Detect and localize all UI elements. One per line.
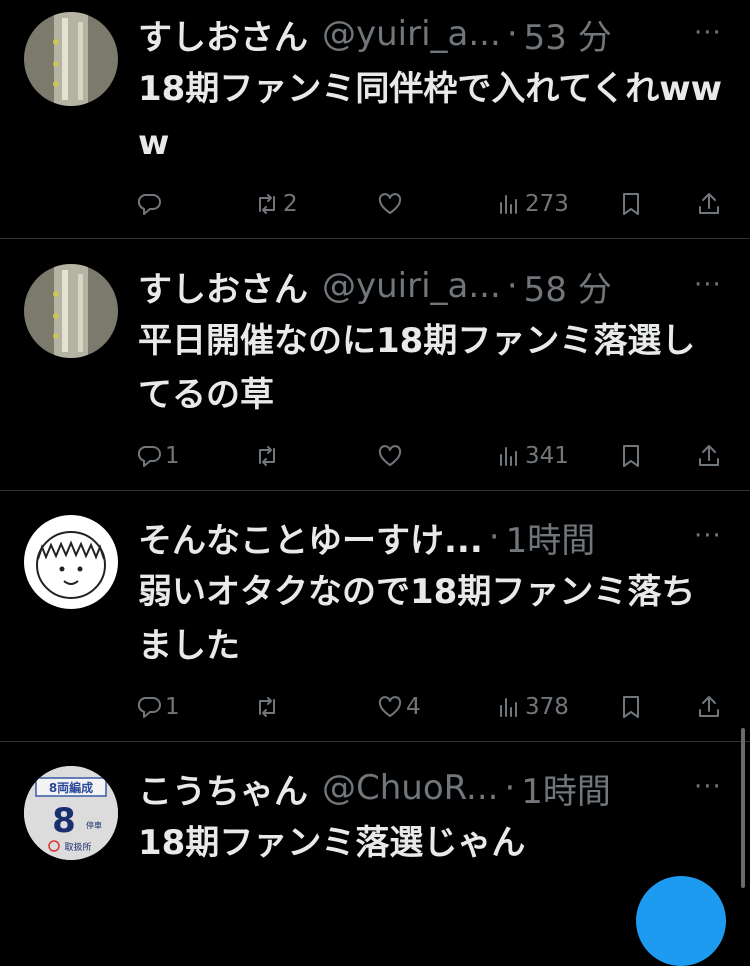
views-icon [500, 447, 517, 466]
like-icon [378, 696, 402, 717]
views-button[interactable]: 378 [496, 687, 569, 727]
more-icon[interactable]: ··· [694, 18, 722, 48]
retweet-icon [259, 697, 275, 717]
reply-icon [137, 194, 161, 215]
tweet-3[interactable]: そんなことゆーすけ... · 1時間 ··· 弱いオタクなので18期ファンミ落ち… [0, 503, 750, 742]
tweet-text: 平日開催なのに18期ファンミ落選してるの草 [138, 321, 696, 415]
more-icon[interactable]: ··· [694, 521, 722, 551]
reply-button[interactable]: 1 [136, 687, 180, 727]
retweet-button[interactable] [254, 436, 283, 476]
author-handle[interactable]: @ChuoR... [322, 768, 498, 808]
avatar-label-small: 停車 [86, 820, 102, 830]
avatar[interactable] [24, 12, 118, 106]
share-icon [699, 696, 719, 717]
like-count: 4 [406, 694, 421, 720]
timestamp[interactable]: 1時間 [521, 764, 611, 813]
retweet-icon [259, 194, 275, 214]
compose-button[interactable] [636, 876, 726, 966]
bookmark-button[interactable] [618, 436, 644, 476]
tweet-text: 18期ファンミ落選じゃん [138, 823, 526, 863]
separator-dot: · [506, 14, 518, 54]
avatar-photo-icon [24, 12, 118, 106]
avatar-face-icon [24, 515, 118, 609]
like-button[interactable] [377, 184, 406, 224]
share-button[interactable] [696, 436, 722, 476]
action-bar: 1 4 378 [0, 687, 750, 727]
views-icon [500, 195, 517, 214]
tweet-text: 18期ファンミ同伴枠で入れてくれwww [138, 69, 723, 163]
share-button[interactable] [696, 184, 722, 224]
reply-icon [137, 697, 161, 718]
separator-dot: · [488, 517, 500, 557]
author-name[interactable]: すしおさん [138, 262, 308, 311]
avatar-label-top: 8両編成 [49, 780, 93, 795]
share-icon [699, 193, 719, 214]
reply-count: 1 [165, 443, 180, 469]
like-button[interactable]: 4 [377, 687, 421, 727]
retweet-count: 2 [283, 191, 298, 217]
avatar[interactable] [24, 264, 118, 358]
avatar-label-bottom: 取扱所 [64, 841, 91, 853]
bookmark-button[interactable] [618, 687, 644, 727]
share-button[interactable] [696, 687, 722, 727]
action-bar: 2 273 [0, 184, 750, 224]
author-name[interactable]: そんなことゆーすけ... [138, 513, 483, 562]
like-icon [378, 445, 402, 466]
author-handle[interactable]: @yuiri_a... [322, 266, 501, 306]
reply-button[interactable]: 1 [136, 436, 180, 476]
avatar-number: 8 [52, 801, 76, 841]
views-button[interactable]: 273 [496, 184, 569, 224]
timestamp[interactable]: 53 分 [524, 10, 612, 59]
author-name[interactable]: こうちゃん [138, 764, 308, 813]
like-button[interactable] [377, 436, 406, 476]
retweet-button[interactable] [254, 687, 283, 727]
reply-icon [137, 446, 161, 467]
tweet-text: 弱いオタクなので18期ファンミ落ちました [138, 572, 696, 666]
reply-button[interactable] [136, 184, 165, 224]
views-icon [500, 698, 517, 717]
more-icon[interactable]: ··· [694, 270, 722, 300]
bookmark-icon [623, 193, 639, 215]
author-handle[interactable]: @yuiri_a... [322, 14, 501, 54]
author-name[interactable]: すしおさん [138, 10, 308, 59]
retweet-icon [259, 446, 275, 466]
views-count: 341 [525, 443, 569, 469]
reply-count: 1 [165, 694, 180, 720]
avatar[interactable] [24, 515, 118, 609]
avatar-train-sign-icon: 8両編成 8 停車 取扱所 [24, 766, 118, 860]
bookmark-button[interactable] [618, 184, 644, 224]
tweet-2[interactable]: すしおさん @yuiri_a... · 58 分 ··· 平日開催なのに18期フ… [0, 252, 750, 491]
like-icon [378, 193, 402, 214]
avatar[interactable]: 8両編成 8 停車 取扱所 [24, 766, 118, 860]
timestamp[interactable]: 58 分 [524, 262, 612, 311]
separator-dot: · [506, 266, 518, 306]
scrollbar[interactable] [741, 728, 745, 888]
retweet-button[interactable]: 2 [254, 184, 298, 224]
tweet-1[interactable]: すしおさん @yuiri_a... · 53 分 ··· 18期ファンミ同伴枠で… [0, 0, 750, 239]
more-icon[interactable]: ··· [694, 772, 722, 802]
views-count: 378 [525, 694, 569, 720]
bookmark-icon [623, 445, 639, 467]
views-count: 273 [525, 191, 569, 217]
bookmark-icon [623, 696, 639, 718]
views-button[interactable]: 341 [496, 436, 569, 476]
share-icon [699, 445, 719, 466]
timestamp[interactable]: 1時間 [506, 513, 596, 562]
avatar-photo-icon [24, 264, 118, 358]
action-bar: 1 341 [0, 436, 750, 476]
separator-dot: · [504, 768, 516, 808]
